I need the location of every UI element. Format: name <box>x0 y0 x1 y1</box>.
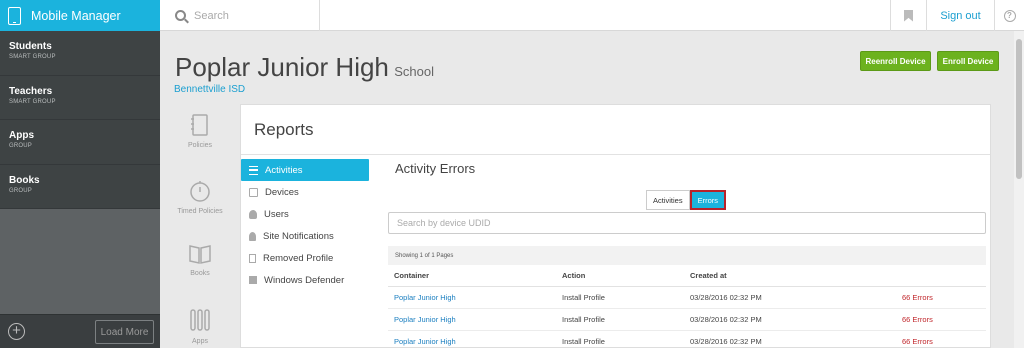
rail-label: Timed Policies <box>177 208 223 215</box>
page-title: Poplar Junior High School <box>175 52 434 83</box>
scrollbar-thumb[interactable] <box>1016 39 1022 179</box>
sign-out-link[interactable]: Sign out <box>926 0 994 31</box>
sidebar-item-teachers[interactable]: Teachers SMART GROUP <box>0 75 160 120</box>
subnav-item-activities[interactable]: Activities <box>241 159 369 181</box>
sidebar-item-sub: GROUP <box>9 143 33 149</box>
subnav-item-site-notifications[interactable]: Site Notifications <box>241 225 369 247</box>
table-row: Poplar Junior High Install Profile 03/28… <box>388 309 986 331</box>
help-icon: ? <box>1003 9 1016 22</box>
bookmark-button[interactable] <box>890 0 926 31</box>
created-cell: 03/28/2016 02:32 PM <box>690 337 762 346</box>
rail-item-books[interactable]: Books <box>175 243 225 277</box>
table-row: Poplar Junior High Install Profile 03/28… <box>388 331 986 348</box>
activities-toggle-button[interactable]: Activities <box>646 190 690 210</box>
district-link[interactable]: Bennettville ISD <box>174 84 245 95</box>
page-scrollbar[interactable] <box>1014 31 1024 348</box>
table-row: Poplar Junior High Install Profile 03/28… <box>388 287 986 309</box>
subnav-label: Devices <box>265 186 299 198</box>
subnav-item-removed-profile[interactable]: Removed Profile <box>241 247 369 269</box>
load-more-button[interactable]: Load More <box>95 320 154 344</box>
sidebar-item-apps[interactable]: Apps GROUP <box>0 120 160 165</box>
bell-icon <box>249 231 256 241</box>
school-type: School <box>394 64 434 79</box>
book-icon <box>189 245 211 264</box>
action-cell: Install Profile <box>562 293 605 302</box>
sidebar-footer: + Load More <box>0 314 160 348</box>
divider <box>241 154 990 155</box>
sidebar-item-name: Students <box>9 41 52 52</box>
subnav-item-devices[interactable]: Devices <box>241 181 369 203</box>
column-header-action[interactable]: Action <box>562 271 690 280</box>
reports-subnav: Activities Devices Users Site Notificati… <box>241 159 369 291</box>
search-icon <box>175 10 186 21</box>
table-header: Container Action Created at <box>388 265 986 287</box>
school-name: Poplar Junior High <box>175 52 389 82</box>
help-button[interactable]: ? <box>994 0 1024 31</box>
add-group-icon[interactable]: + <box>8 323 25 340</box>
errors-count-link[interactable]: 66 Errors <box>902 315 986 324</box>
column-header-created[interactable]: Created at <box>690 271 902 280</box>
sidebar-item-sub: GROUP <box>9 187 33 194</box>
pagination-info: Showing 1 of 1 Pages <box>388 246 986 265</box>
rail-label: Policies <box>187 142 213 149</box>
container-link[interactable]: Poplar Junior High <box>388 315 562 324</box>
errors-table: Showing 1 of 1 Pages Container Action Cr… <box>388 246 986 348</box>
action-cell: Install Profile <box>562 315 605 324</box>
policies-icon <box>191 114 208 136</box>
device-icon <box>249 187 258 197</box>
rail-item-apps[interactable]: Apps <box>175 307 225 345</box>
created-cell: 03/28/2016 02:32 PM <box>690 315 762 324</box>
sidebar-item-books[interactable]: Books GROUP <box>0 164 160 209</box>
sidebar-item-name: Books <box>9 174 40 186</box>
rail-label: Books <box>190 270 210 277</box>
column-header-container[interactable]: Container <box>388 271 562 280</box>
subnav-item-users[interactable]: Users <box>241 203 369 225</box>
sidebar-item-name: Apps <box>9 130 34 141</box>
phone-icon <box>8 6 21 25</box>
errors-toggle-button[interactable]: Errors <box>689 190 727 210</box>
windows-icon <box>249 276 257 284</box>
subnav-item-windows-defender[interactable]: Windows Defender <box>241 269 369 291</box>
subnav-label: Activities <box>265 164 303 176</box>
activity-errors-title: Activity Errors <box>395 161 476 176</box>
subnav-label: Site Notifications <box>263 230 334 242</box>
created-cell: 03/28/2016 02:32 PM <box>690 293 762 302</box>
subnav-label: Removed Profile <box>263 252 334 264</box>
errors-count-link[interactable]: 66 Errors <box>902 337 986 346</box>
rail-item-policies[interactable]: Policies <box>175 113 225 149</box>
user-icon <box>249 209 257 219</box>
search-input[interactable]: Search <box>194 10 229 22</box>
action-cell: Install Profile <box>562 337 605 346</box>
errors-count-link[interactable]: 66 Errors <box>902 293 986 302</box>
top-bar: Mobile Manager Search Sign out ? <box>0 0 1024 31</box>
search-box[interactable]: Search <box>160 0 320 31</box>
sidebar-item-students[interactable]: Students SMART GROUP <box>0 31 160 76</box>
container-link[interactable]: Poplar Junior High <box>388 293 562 302</box>
sidebar-item-sub: SMART GROUP <box>9 54 56 60</box>
sidebar-item-sub: SMART GROUP <box>9 98 56 105</box>
document-icon <box>249 253 256 263</box>
sidebar-item-name: Teachers <box>9 85 53 97</box>
view-toggle: Activities Errors <box>646 190 727 210</box>
reports-title: Reports <box>254 120 314 139</box>
tools-icon <box>190 309 210 331</box>
reenroll-device-button[interactable]: Reenroll Device <box>860 51 931 71</box>
bookmark-icon <box>904 9 913 22</box>
list-icon <box>249 165 258 175</box>
app-brand[interactable]: Mobile Manager <box>0 0 160 31</box>
subnav-label: Windows Defender <box>264 274 345 286</box>
top-right-controls: Sign out ? <box>890 0 1024 31</box>
subnav-label: Users <box>264 208 289 220</box>
app-title: Mobile Manager <box>31 8 121 23</box>
sidebar: Students SMART GROUP Teachers SMART GROU… <box>0 31 160 348</box>
reports-panel: Reports Activities Devices Users Site No… <box>240 104 991 348</box>
rail-item-timed-policies[interactable]: Timed Policies <box>175 179 225 215</box>
udid-search-input[interactable]: Search by device UDID <box>388 212 986 234</box>
container-link[interactable]: Poplar Junior High <box>388 337 562 346</box>
enroll-device-button[interactable]: Enroll Device <box>937 51 999 71</box>
stopwatch-icon <box>190 181 210 202</box>
rail-label: Apps <box>192 338 208 345</box>
